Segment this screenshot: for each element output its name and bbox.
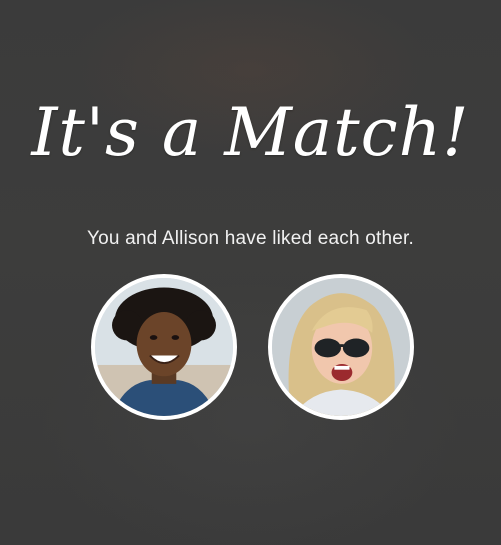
allison-avatar[interactable] [268,274,414,420]
match-title: It's a Match! [31,94,470,171]
user-avatar-image [95,278,233,416]
allison-avatar-image [272,278,410,416]
match-subtitle: You and Allison have liked each other. [87,228,414,249]
match-overlay-background [0,0,501,545]
user-avatar[interactable] [91,274,237,420]
